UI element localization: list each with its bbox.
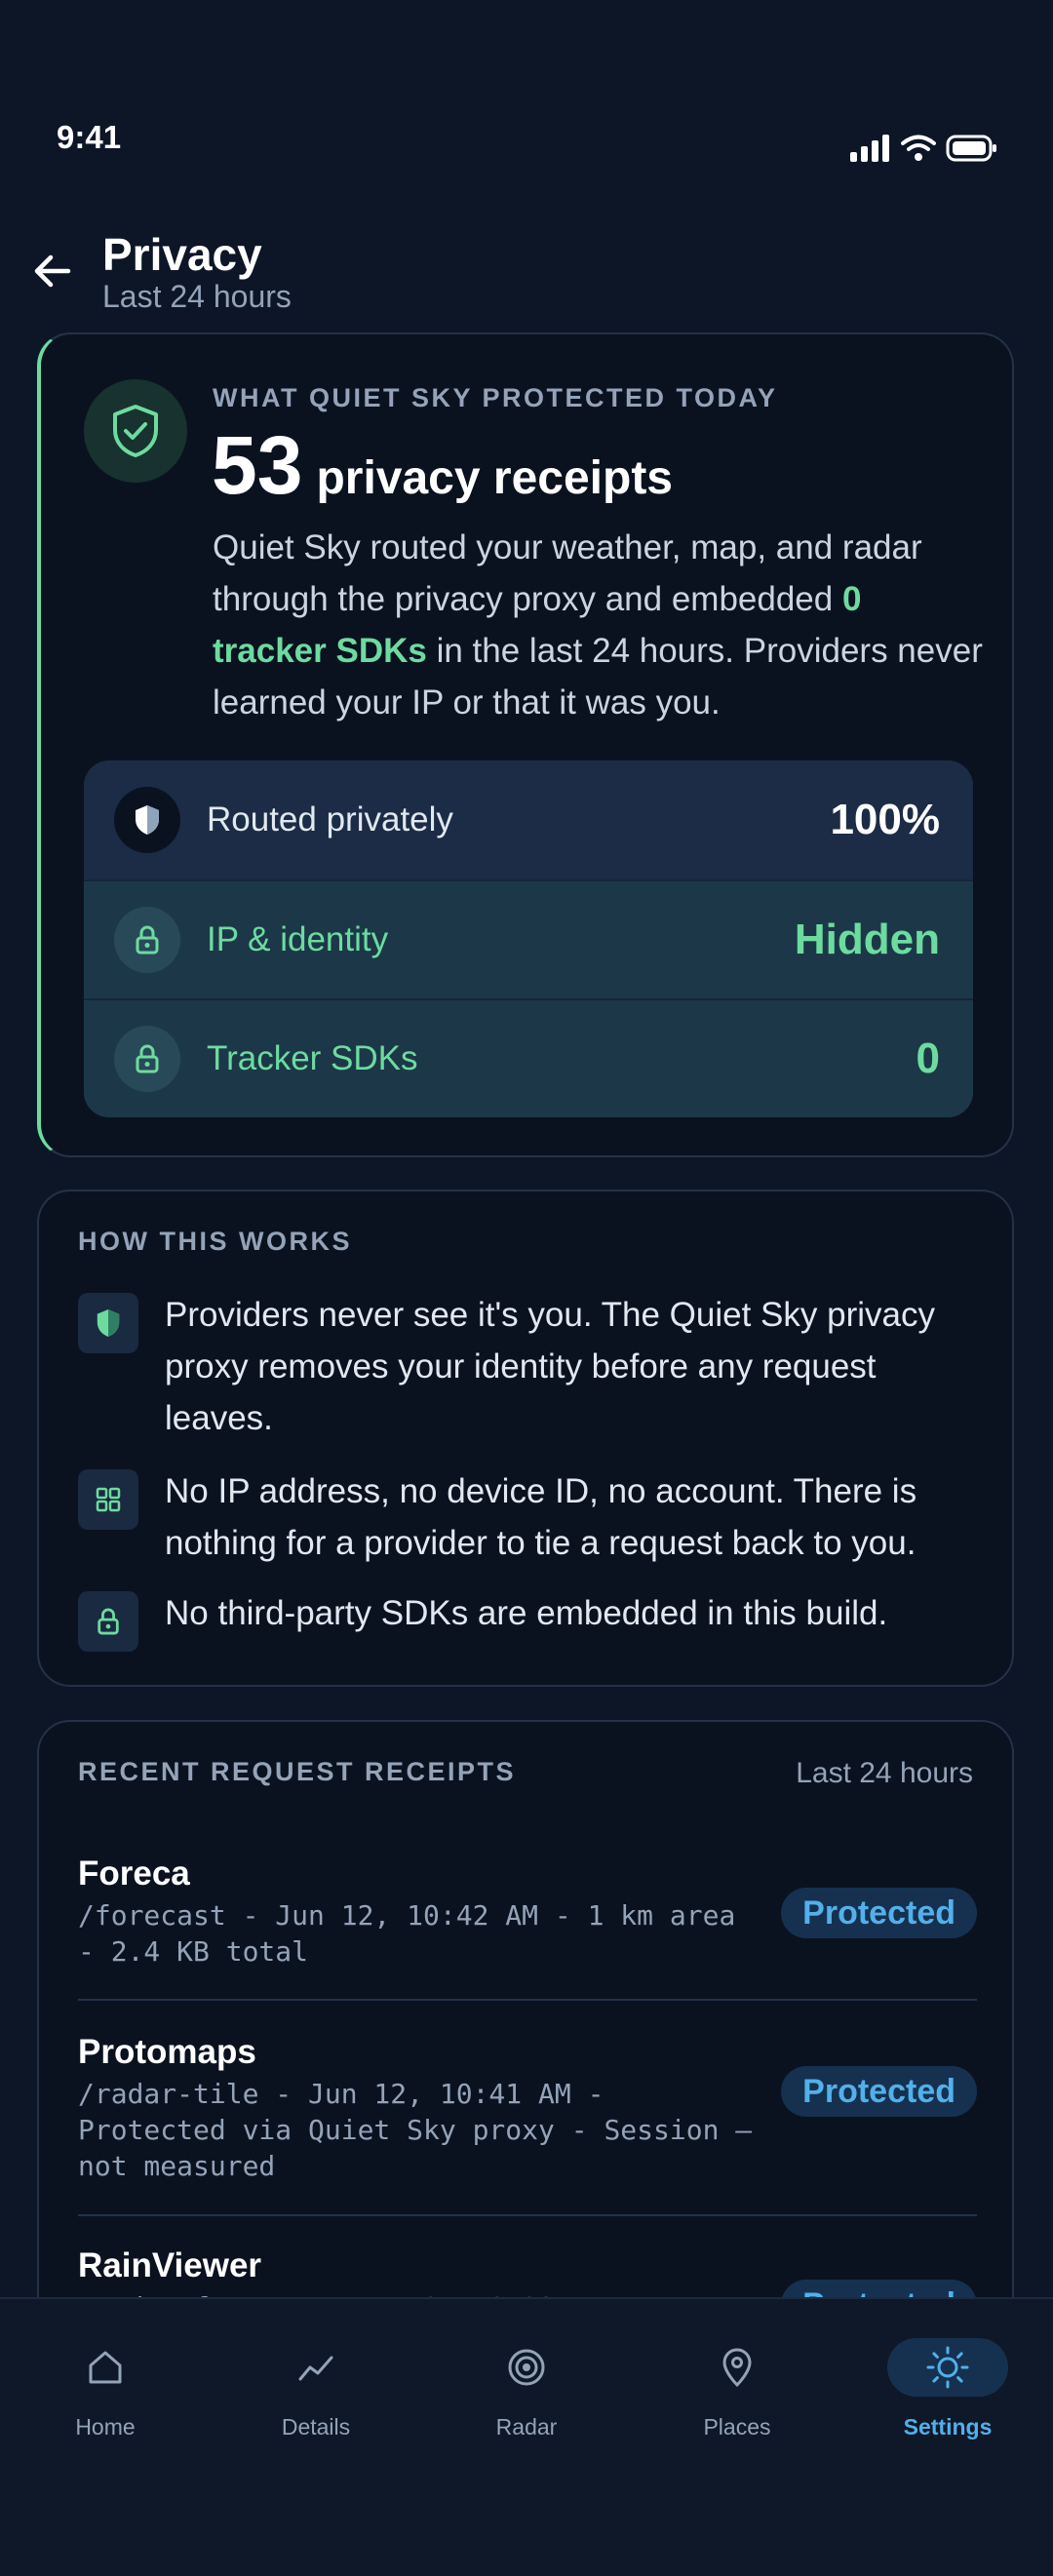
how-item: No third-party SDKs are embedded in this… [78, 1587, 985, 1656]
summary-desc-text: Quiet Sky routed your weather, map, and … [213, 528, 922, 618]
nav-places[interactable]: Places [669, 2338, 805, 2455]
receipt-provider: Foreca [78, 1854, 190, 1893]
nav-label: Settings [903, 2414, 993, 2439]
metric-value: Hidden [794, 916, 940, 963]
metric-ip-identity: IP & identity Hidden [84, 879, 973, 998]
how-item: No IP address, no device ID, no account.… [78, 1465, 985, 1573]
how-it-works-card: HOW THIS WORKS Providers never see it's … [37, 1190, 1014, 1687]
nav-label: Details [281, 2414, 351, 2439]
receipts-range: Last 24 hours [796, 1757, 973, 1789]
privacy-summary-card: WHAT QUIET SKY PROTECTED TODAY 53 privac… [37, 332, 1014, 1157]
metric-label: Routed privately [207, 800, 453, 839]
pin-icon [677, 2338, 798, 2397]
status-bar: 9:41 [0, 0, 1053, 195]
metric-value: 100% [830, 796, 940, 843]
receipts-title: RECENT REQUEST RECEIPTS [78, 1757, 517, 1786]
lock-icon [114, 1026, 180, 1092]
metric-label: Tracker SDKs [207, 1039, 418, 1077]
trend-icon [255, 2338, 376, 2397]
back-button[interactable] [25, 244, 80, 298]
receipt-count-number: 53 [212, 419, 303, 511]
shield-icon [78, 1293, 138, 1353]
summary-description: Quiet Sky routed your weather, map, and … [213, 522, 983, 728]
summary-eyebrow: WHAT QUIET SKY PROTECTED TODAY [213, 383, 778, 412]
nav-label: Places [703, 2414, 771, 2439]
receipt-row[interactable]: Foreca /forecast - Jun 12, 10:42 AM - 1 … [78, 1854, 977, 1971]
how-item: Providers never see it's you. The Quiet … [78, 1289, 985, 1445]
shield-check-badge [84, 379, 187, 483]
divider [78, 1999, 977, 2001]
wifi-icon [901, 135, 936, 161]
metric-value: 0 [916, 1034, 940, 1082]
metric-routed-privately: Routed privately 100% [84, 761, 973, 879]
receipt-count-label: privacy receipts [316, 452, 673, 504]
nav-details[interactable]: Details [248, 2338, 384, 2455]
receipt-provider: RainViewer [78, 2246, 262, 2284]
radar-icon [466, 2338, 587, 2397]
lock-icon [114, 907, 180, 973]
page-subtitle: Last 24 hours [102, 279, 292, 314]
shield-check-icon [113, 405, 158, 457]
home-icon [45, 2338, 166, 2397]
nav-radar[interactable]: Radar [458, 2338, 595, 2455]
sun-icon [887, 2338, 1008, 2397]
divider [78, 2214, 977, 2216]
status-time: 9:41 [57, 119, 122, 155]
header: Privacy Last 24 hours [0, 222, 1053, 320]
privacy-metrics: Routed privately 100% IP & identity Hidd… [84, 761, 973, 1117]
receipt-count: 53 privacy receipts [212, 424, 673, 506]
arrow-left-icon [34, 254, 71, 288]
nav-home[interactable]: Home [37, 2338, 174, 2455]
receipt-provider: Protomaps [78, 2033, 256, 2071]
how-item-text: No third-party SDKs are embedded in this… [165, 1594, 888, 1632]
grid-icon [78, 1469, 138, 1530]
shield-icon [114, 787, 180, 853]
how-item-text: No IP address, no device ID, no account.… [165, 1472, 917, 1562]
lock-icon [78, 1591, 138, 1652]
how-item-text: Providers never see it's you. The Quiet … [165, 1296, 935, 1437]
receipt-row[interactable]: Protomaps /radar-tile - Jun 12, 10:41 AM… [78, 2033, 977, 2189]
metric-tracker-sdks: Tracker SDKs 0 [84, 998, 973, 1117]
status-badge: Protected [781, 1888, 977, 1938]
signal-icon [850, 135, 889, 162]
bottom-navigation: Home Details Radar Places Settings [0, 2297, 1053, 2576]
metric-label: IP & identity [207, 920, 389, 958]
nav-label: Radar [495, 2414, 558, 2439]
how-title: HOW THIS WORKS [78, 1227, 352, 1256]
page-title: Privacy [102, 229, 262, 280]
receipt-detail: /forecast - Jun 12, 10:42 AM - 1 km area… [78, 1899, 736, 1968]
battery-icon [946, 135, 996, 162]
status-icons [850, 135, 998, 162]
nav-label: Home [75, 2414, 136, 2439]
receipt-detail: /radar-tile - Jun 12, 10:41 AM - Protect… [78, 2078, 753, 2182]
status-badge: Protected [781, 2066, 977, 2117]
nav-settings[interactable]: Settings [879, 2338, 1016, 2455]
